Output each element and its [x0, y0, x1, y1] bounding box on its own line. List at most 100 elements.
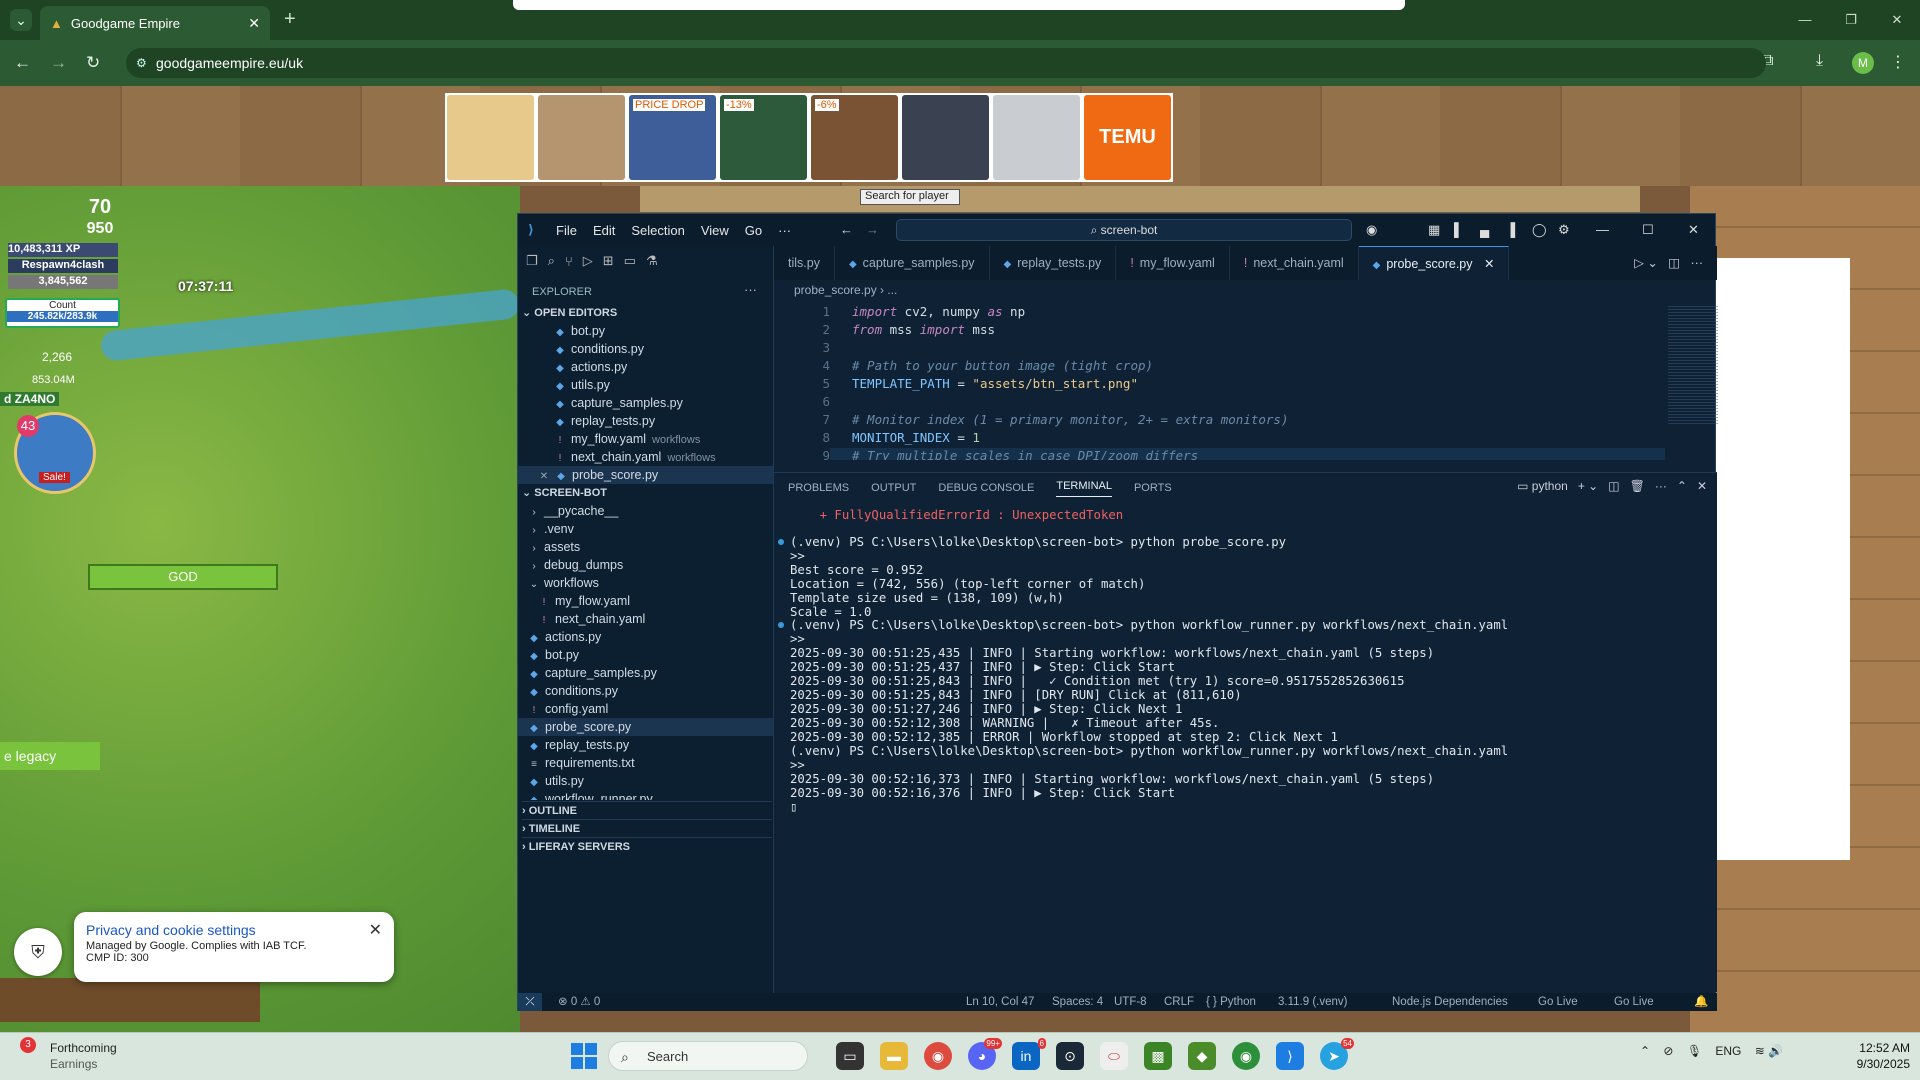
vscode-taskbar-icon[interactable]: ⟩: [1276, 1042, 1304, 1070]
nav-forward-icon[interactable]: →: [866, 214, 879, 246]
reload-icon[interactable]: ↻: [86, 53, 100, 73]
editor-more-icon[interactable]: ···: [1691, 256, 1704, 270]
ad-item-line[interactable]: -13%: [720, 95, 807, 180]
editor-tab-active[interactable]: ◆ probe_score.py ✕: [1358, 246, 1510, 280]
close-tab-icon[interactable]: ✕: [1484, 257, 1494, 271]
castle-name-banner[interactable]: GOD: [88, 564, 278, 590]
tree-file[interactable]: ≡ requirements.txt: [518, 754, 773, 772]
open-editor-item[interactable]: ! my_flow.yaml workflows: [518, 430, 773, 448]
volume-icon[interactable]: 🔊: [1768, 1044, 1783, 1058]
settings-gear-icon[interactable]: ⚙: [1558, 214, 1570, 246]
code-editor[interactable]: 1 import cv2, numpy as np 2 from mss imp…: [774, 300, 1717, 460]
news-widget[interactable]: 3 Forthcoming Earnings: [16, 1037, 156, 1075]
indentation[interactable]: Spaces: 4: [1052, 993, 1103, 1011]
command-center-search[interactable]: ⌕ screen-bot: [896, 219, 1352, 241]
gaming-mouse-icon[interactable]: ⬭: [1100, 1042, 1128, 1070]
cookie-close-icon[interactable]: ✕: [369, 920, 382, 940]
toggle-secondary-sidebar-icon[interactable]: ▐: [1506, 214, 1515, 246]
extensions-icon[interactable]: ⊞: [603, 253, 614, 269]
tree-file[interactable]: ◆ conditions.py: [518, 682, 773, 700]
tree-file[interactable]: ◆ capture_samples.py: [518, 664, 773, 682]
taskbar-search[interactable]: ⌕ Search: [608, 1041, 808, 1071]
explorer-icon[interactable]: ❐: [526, 253, 538, 269]
tree-folder[interactable]: › assets: [518, 538, 773, 556]
wifi-icon[interactable]: ≋: [1755, 1044, 1765, 1058]
ad-item-lunchbox[interactable]: [993, 95, 1080, 180]
testing-icon[interactable]: ⚗: [646, 253, 658, 269]
kill-terminal-icon[interactable]: 🗑: [1630, 479, 1645, 493]
menu-view[interactable]: View: [701, 223, 729, 238]
clock[interactable]: 12:52 AM 9/30/2025: [1820, 1040, 1910, 1072]
minecraft-launcher-icon[interactable]: ◆: [1188, 1042, 1216, 1070]
timeline-section[interactable]: › TIMELINE: [522, 819, 772, 837]
panel-more-icon[interactable]: ···: [1655, 479, 1667, 493]
legacy-banner[interactable]: e legacy: [0, 742, 100, 770]
discord-icon[interactable]: ◕ 99+: [968, 1038, 1002, 1070]
cookie-title[interactable]: Privacy and cookie settings: [86, 922, 382, 938]
open-editor-item[interactable]: ◆ replay_tests.py: [518, 412, 773, 430]
cookie-settings-popup[interactable]: Privacy and cookie settings Managed by G…: [74, 912, 394, 982]
tree-file[interactable]: ◆ actions.py: [518, 628, 773, 646]
tree-folder-open[interactable]: ⌄ workflows: [518, 574, 773, 592]
microphone-icon[interactable]: 🎙: [1687, 1044, 1702, 1058]
close-editor-icon[interactable]: ✕: [538, 468, 550, 484]
split-terminal-icon[interactable]: ◫: [1608, 479, 1619, 493]
vscode-close-icon[interactable]: ✕: [1688, 214, 1699, 246]
tree-file-active[interactable]: ◆ probe_score.py: [518, 718, 773, 736]
vscode-minimize-icon[interactable]: —: [1596, 214, 1609, 246]
account-icon[interactable]: ◯: [1532, 214, 1547, 246]
close-tab-icon[interactable]: ✕: [248, 15, 260, 32]
sale-button[interactable]: 43 Sale!: [14, 412, 96, 494]
ad-banner[interactable]: PRICE DROP -13% -6% TEMU: [445, 93, 1173, 182]
task-view-icon[interactable]: ▭: [836, 1042, 864, 1070]
ad-item-mask[interactable]: PRICE DROP: [629, 95, 716, 180]
new-tab-button[interactable]: +: [284, 8, 296, 31]
terminal-output[interactable]: + FullyQualifiedErrorId : UnexpectedToke…: [774, 507, 1717, 987]
open-editor-item[interactable]: ◆ conditions.py: [518, 340, 773, 358]
tree-file[interactable]: ! config.yaml: [518, 700, 773, 718]
tree-folder[interactable]: › __pycache__: [518, 502, 773, 520]
menu-kebab-icon[interactable]: ⋮: [1890, 52, 1906, 72]
menu-selection[interactable]: Selection: [631, 223, 684, 238]
menu-file[interactable]: File: [556, 223, 577, 238]
open-editor-item[interactable]: ◆ actions.py: [518, 358, 773, 376]
tree-file[interactable]: ! my_flow.yaml: [518, 592, 773, 610]
minecraft-icon[interactable]: ▩: [1144, 1042, 1172, 1070]
privacy-shield-icon[interactable]: ⛨: [14, 928, 62, 976]
ad-item-boots[interactable]: [538, 95, 625, 180]
terminal-shell-name[interactable]: python: [1532, 479, 1568, 493]
tree-file[interactable]: ! next_chain.yaml: [518, 610, 773, 628]
outline-section[interactable]: › OUTLINE: [522, 801, 772, 819]
panel-tab-output[interactable]: OUTPUT: [871, 482, 916, 494]
network-off-icon[interactable]: ⊘: [1663, 1044, 1673, 1058]
game-bottom-bar[interactable]: [0, 978, 260, 1022]
close-panel-icon[interactable]: ✕: [1697, 479, 1707, 493]
editor-tab[interactable]: ! my_flow.yaml: [1116, 246, 1230, 280]
ad-item-coins[interactable]: [447, 95, 534, 180]
copilot-icon[interactable]: ◉: [1366, 214, 1377, 246]
problems-count[interactable]: ⊗ 0 ⚠ 0: [558, 993, 600, 1011]
chrome-profile-icon[interactable]: ◉: [1232, 1042, 1260, 1070]
remote-explorer-icon[interactable]: ▭: [624, 253, 636, 269]
source-control-icon[interactable]: ⑂: [565, 254, 573, 269]
tree-file[interactable]: ◆ bot.py: [518, 646, 773, 664]
interpreter[interactable]: 3.11.9 (.venv): [1278, 993, 1347, 1011]
nav-back-icon[interactable]: ←: [840, 214, 853, 246]
ad-item-shoes[interactable]: -6%: [811, 95, 898, 180]
command-status-icon[interactable]: [778, 622, 784, 628]
open-editor-item-active[interactable]: ✕ ◆ probe_score.py: [518, 466, 773, 484]
minimize-icon[interactable]: —: [1782, 0, 1828, 40]
forward-icon[interactable]: →: [50, 53, 67, 73]
tree-folder[interactable]: › .venv: [518, 520, 773, 538]
panel-tab-terminal[interactable]: TERMINAL: [1056, 480, 1112, 497]
editor-tab[interactable]: tils.py: [774, 246, 835, 280]
open-editor-item[interactable]: ◆ utils.py: [518, 376, 773, 394]
project-section[interactable]: ⌄ SCREEN-BOT: [522, 484, 607, 502]
menu-go[interactable]: Go: [745, 223, 762, 238]
language-indicator[interactable]: ENG: [1715, 1044, 1741, 1058]
panel-tab-debug-console[interactable]: DEBUG CONSOLE: [938, 482, 1034, 494]
command-status-icon[interactable]: [778, 539, 784, 545]
search-player-input[interactable]: Search for player: [860, 189, 960, 205]
terminal-cursor[interactable]: ▯: [790, 799, 797, 816]
panel-tab-problems[interactable]: PROBLEMS: [788, 482, 849, 494]
